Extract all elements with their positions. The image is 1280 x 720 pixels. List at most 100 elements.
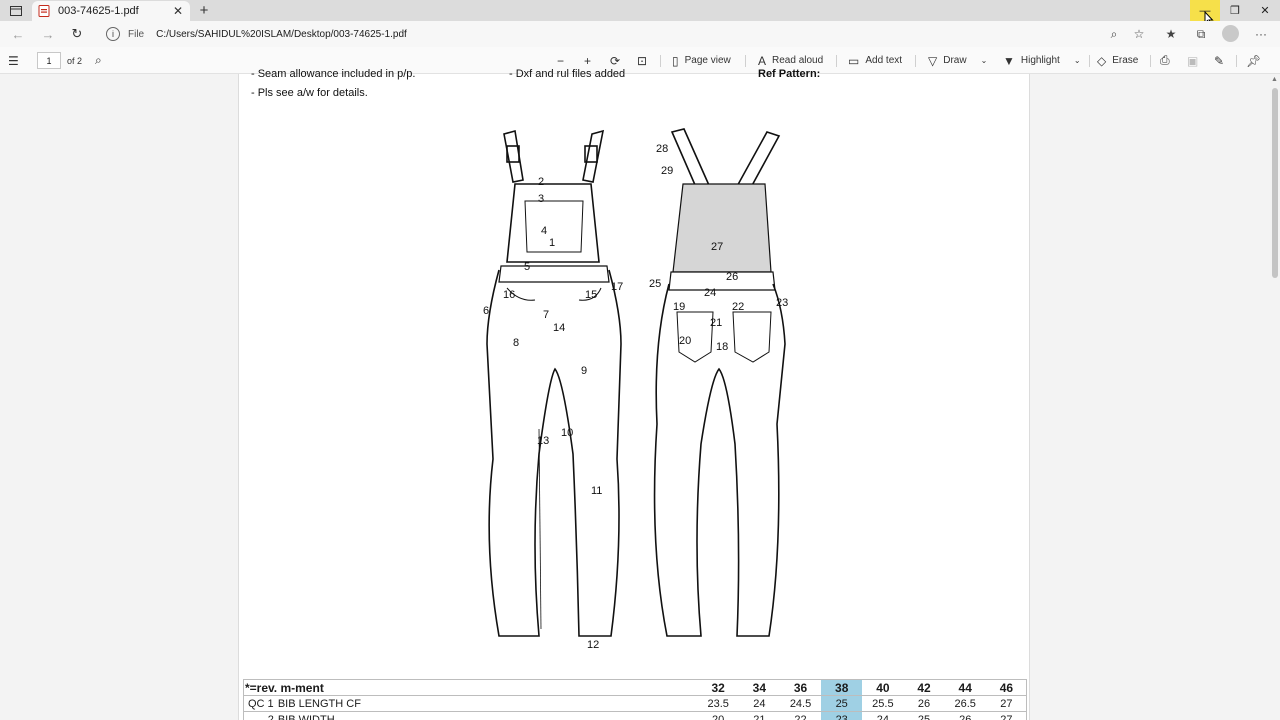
tab-actions-button[interactable] [6, 2, 26, 19]
size-header: 44 [944, 679, 986, 696]
scrollbar-thumb[interactable] [1272, 88, 1278, 278]
size-header: 34 [738, 679, 780, 696]
tab-close-icon[interactable]: ✕ [170, 3, 186, 19]
cell: 25.5 [862, 695, 904, 712]
restore-button[interactable]: ❐ [1220, 0, 1250, 21]
profile-avatar[interactable] [1222, 25, 1239, 42]
refresh-button[interactable]: ↻ [67, 25, 87, 43]
new-tab-button[interactable]: + [194, 1, 214, 20]
cell-highlighted: 25 [821, 695, 863, 712]
cell: 20 [697, 711, 739, 720]
add-favorite-icon[interactable]: ☆ [1128, 25, 1150, 43]
back-label-23: 23 [776, 297, 788, 309]
front-label-10: 10 [561, 427, 573, 439]
pdf-file-icon [38, 5, 50, 17]
cell: 26.5 [944, 695, 986, 712]
front-label-12: 12 [587, 639, 599, 651]
front-label-2: 2 [538, 176, 544, 188]
forward-button[interactable]: → [38, 25, 58, 43]
erase-button[interactable]: ◇ Erase [1097, 51, 1138, 70]
add-text-label: Add text [865, 55, 903, 66]
back-label-18: 18 [716, 341, 728, 353]
print-icon[interactable]: ⎙ [1160, 51, 1176, 70]
back-label-24: 24 [704, 287, 716, 299]
front-label-15: 15 [585, 289, 597, 301]
tab-pdf[interactable]: 003-74625-1.pdf ✕ [32, 1, 190, 21]
back-label-28: 28 [656, 143, 668, 155]
table-header-row: *=rev. m-ment 32 34 36 38 40 42 44 46 [243, 679, 1027, 696]
back-button[interactable]: ← [8, 25, 28, 43]
page-number-input[interactable]: 1 [37, 52, 61, 69]
read-aloud-icon: A [758, 53, 767, 68]
page-view-icon: ▯ [672, 53, 679, 68]
page-view-button[interactable]: ▯ Page view [672, 51, 731, 70]
back-label-29: 29 [661, 165, 673, 177]
size-header: 46 [985, 679, 1027, 696]
overall-technical-sketch: 2 3 4 1 5 6 7 8 9 10 11 12 13 14 15 16 1… [483, 128, 788, 651]
address-bar[interactable]: i File C:/Users/SAHIDUL%20ISLAM/Desktop/… [100, 25, 1110, 43]
tab-title: 003-74625-1.pdf [58, 5, 139, 17]
more-menu-icon[interactable]: ··· [1250, 25, 1272, 43]
highlight-chevron-down-icon[interactable]: ⌄ [1074, 56, 1081, 65]
table-row: QC 1 BIB LENGTH CF 23.5 24 24.5 25 25.5 … [243, 695, 1027, 712]
row-code: 2 [243, 711, 276, 720]
fit-page-icon[interactable]: ⊡ [637, 51, 653, 70]
save-as-icon[interactable]: ✎ [1214, 51, 1230, 70]
highlight-label: Highlight [1020, 55, 1060, 66]
note-seam: - Seam allowance included in p/p. [251, 68, 416, 80]
back-label-26: 26 [726, 271, 738, 283]
close-window-button[interactable]: ✕ [1250, 0, 1280, 21]
cell-highlighted: 23 [821, 711, 863, 720]
cell: 26 [903, 695, 945, 712]
cell: 26 [944, 711, 986, 720]
measurement-table: *=rev. m-ment 32 34 36 38 40 42 44 46 QC… [243, 679, 1027, 720]
page-view-label: Page view [684, 55, 731, 66]
front-label-3: 3 [538, 193, 544, 205]
front-label-9: 9 [581, 365, 587, 377]
front-label-17: 17 [611, 281, 623, 293]
cell: 24.5 [779, 695, 822, 712]
table-row: 2 BIB WIDTH 20 21 22 23 24 25 26 27 [243, 711, 1027, 720]
pin-toolbar-icon[interactable]: 📌︎ [1246, 51, 1267, 70]
front-label-14: 14 [553, 322, 565, 334]
front-label-13: 13 [537, 435, 549, 447]
eraser-icon: ◇ [1097, 53, 1107, 68]
favorites-icon[interactable]: ★ [1160, 25, 1182, 43]
highlight-button[interactable]: ▼ Highlight ⌄ [1003, 51, 1081, 70]
cell: 21 [738, 711, 780, 720]
vertical-scrollbar[interactable]: ▲ [1270, 74, 1280, 720]
tab-actions-icon [10, 5, 22, 16]
draw-button[interactable]: ▽ Draw ⌄ [928, 51, 987, 70]
size-header: 36 [779, 679, 822, 696]
cell: 22 [779, 711, 822, 720]
size-header: 40 [862, 679, 904, 696]
front-label-7: 7 [543, 309, 549, 321]
note-ref-pattern: Ref Pattern: [758, 68, 821, 80]
cell: 27 [985, 695, 1027, 712]
page-total: of 2 [67, 55, 83, 66]
contents-icon[interactable]: ☰ [8, 51, 25, 70]
cell: 27 [985, 711, 1027, 720]
zoom-icon[interactable]: ⌕ [1103, 25, 1125, 43]
row-name: BIB WIDTH [275, 711, 698, 720]
row-code: QC 1 [243, 695, 276, 712]
read-aloud-label: Read aloud [772, 55, 824, 66]
find-icon[interactable]: ⌕ [95, 51, 108, 70]
scroll-up-icon[interactable]: ▲ [1271, 76, 1278, 83]
size-header-highlighted: 38 [821, 679, 863, 696]
draw-icon: ▽ [928, 53, 938, 68]
erase-label: Erase [1112, 55, 1139, 66]
front-label-1: 1 [549, 237, 555, 249]
pdf-page: - Seam allowance included in p/p. - Pls … [238, 68, 1030, 720]
cell: 24 [738, 695, 780, 712]
note-artwork: - Pls see a/w for details. [251, 87, 368, 99]
back-label-27: 27 [711, 241, 723, 253]
back-label-20: 20 [679, 335, 691, 347]
collections-icon[interactable]: ⧉ [1190, 25, 1212, 43]
draw-chevron-down-icon[interactable]: ⌄ [981, 56, 988, 65]
info-icon[interactable]: i [106, 27, 120, 41]
add-text-button[interactable]: ▭ Add text [848, 51, 902, 70]
save-icon[interactable]: ▣ [1187, 51, 1204, 70]
front-label-4: 4 [541, 225, 547, 237]
size-header: 42 [903, 679, 945, 696]
